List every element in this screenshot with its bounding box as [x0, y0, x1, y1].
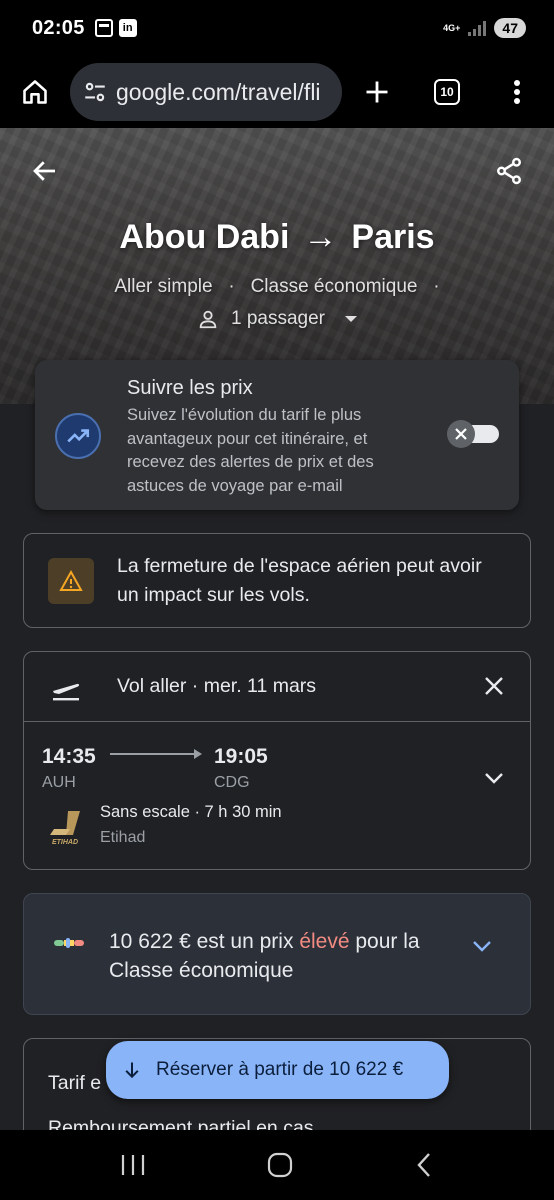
flight-route-line: [110, 749, 202, 759]
outbound-flight-card: Vol aller · mer. 11 mars 14:35 AUH 19:05…: [23, 651, 531, 870]
network-type: 4G+: [443, 22, 461, 33]
notification-icons: in: [94, 19, 137, 37]
url-bar[interactable]: google.com/travel/fli: [70, 63, 342, 121]
departure-airport: AUH: [42, 774, 76, 791]
track-prices-toggle[interactable]: [447, 420, 499, 448]
flight-header: Vol aller · mer. 11 mars: [24, 652, 530, 722]
arrival-airport: CDG: [214, 774, 250, 791]
price-insight-card[interactable]: 10 622 € est un prix élevé pour la Class…: [23, 893, 531, 1015]
status-bar: 02:05 in 4G+ 47: [0, 0, 554, 56]
calendar-notification-icon: [94, 19, 113, 37]
route-title: Abou Dabi → Paris: [0, 218, 554, 257]
browser-toolbar: google.com/travel/fli 10: [0, 56, 554, 128]
flight-takeoff-icon: [53, 683, 80, 701]
etihad-logo: ETIHAD: [50, 811, 80, 846]
book-button[interactable]: Réserver à partir de 10 622 €: [106, 1041, 449, 1099]
system-nav-bar: [0, 1130, 554, 1200]
track-prices-title: Suivre les prix: [127, 377, 253, 399]
home-button[interactable]: [0, 78, 70, 106]
share-icon: [497, 157, 521, 185]
arrival-time: 19:05: [214, 745, 268, 768]
status-time: 02:05: [32, 16, 85, 39]
home-nav-icon[interactable]: [267, 1152, 293, 1178]
price-value: 10 622 €: [109, 930, 191, 953]
person-icon: [199, 310, 217, 329]
trip-info: Aller simple · Classe économique ·: [114, 276, 440, 297]
passengers-selector[interactable]: 1 passager: [0, 308, 554, 330]
new-tab-button[interactable]: [342, 78, 412, 106]
arrow-down-icon: [125, 1062, 139, 1079]
warning-icon: [48, 558, 94, 604]
track-prices-card: Suivre les prix Suivez l'évolution du ta…: [35, 360, 519, 510]
price-level: élevé: [299, 930, 350, 953]
route-arrow: →: [303, 218, 338, 256]
origin-city: Abou Dabi: [119, 218, 290, 256]
dropdown-caret-icon: [345, 316, 357, 322]
status-right: 4G+ 47: [443, 18, 526, 38]
departure-time: 14:35: [42, 745, 96, 768]
price-level-icon: [54, 938, 84, 948]
airspace-alert-card: La fermeture de l'espace aérien peut avo…: [23, 533, 531, 628]
plus-icon: [366, 81, 388, 103]
trending-icon: [55, 413, 101, 459]
passenger-count: 1 passager: [230, 308, 325, 329]
tab-switcher-button[interactable]: 10: [412, 79, 482, 105]
track-prices-description: Suivez l'évolution du tarif le plus avan…: [127, 406, 374, 495]
chevron-down-icon: [473, 941, 491, 952]
signal-icon: [468, 20, 487, 36]
fare-title: Tarif e: [48, 1072, 102, 1094]
svg-text:ETIHAD: ETIHAD: [52, 839, 78, 846]
back-button[interactable]: [30, 156, 60, 191]
home-icon: [23, 80, 47, 104]
share-button[interactable]: [494, 156, 524, 191]
arrow-back-icon: [33, 161, 55, 181]
menu-button[interactable]: [482, 79, 552, 105]
chevron-down-icon[interactable]: [482, 766, 506, 790]
flight-meta: Sans escale · 7 h 30 min: [100, 803, 282, 821]
toggle-knob: [447, 420, 475, 448]
price-insight-text: 10 622 € est un prix élevé pour la Class…: [109, 930, 420, 982]
close-icon[interactable]: [482, 674, 506, 698]
flight-header-text: Vol aller · mer. 11 mars: [117, 675, 317, 697]
airline-name: Etihad: [100, 829, 146, 846]
site-settings-icon: [85, 82, 105, 102]
back-nav-icon[interactable]: [414, 1152, 434, 1178]
more-vert-icon: [514, 80, 520, 104]
trip-type[interactable]: Aller simple: [114, 276, 212, 297]
close-icon: [455, 428, 467, 440]
tab-count: 10: [434, 79, 460, 105]
destination-city: Paris: [351, 218, 435, 256]
url-text: google.com/travel/fli: [116, 78, 321, 105]
cabin-class[interactable]: Classe économique: [251, 276, 418, 297]
linkedin-notification-icon: in: [118, 19, 137, 37]
battery-level: 47: [494, 18, 526, 38]
book-button-label: Réserver à partir de 10 622 €: [156, 1059, 404, 1080]
alert-text: La fermeture de l'espace aérien peut avo…: [117, 555, 482, 606]
recent-apps-icon[interactable]: [120, 1153, 146, 1177]
